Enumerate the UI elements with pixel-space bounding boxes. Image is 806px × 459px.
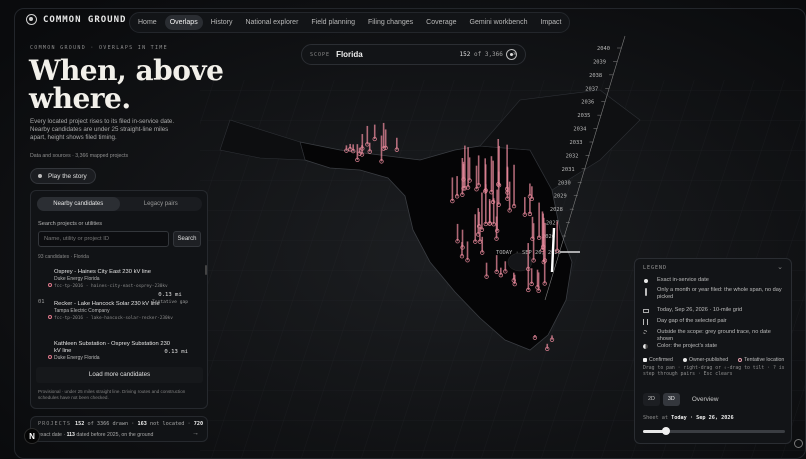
pair-number: 01: [38, 299, 45, 305]
point-icon: [644, 279, 648, 283]
legend-collapse-icon[interactable]: ⌄: [777, 263, 783, 271]
ground-trace-icon: [643, 330, 647, 334]
nav-tab-national-explorer[interactable]: National explorer: [240, 15, 303, 30]
year-tick-label: 2031: [562, 167, 575, 173]
year-tick-label: 2035: [577, 113, 590, 119]
panel-footnote: Provisional · under 25 miles straight li…: [38, 389, 186, 400]
main-nav: Home Overlaps History National explorer …: [129, 12, 571, 33]
sheet-date: Sheet at Today · Sep 26, 2026: [643, 415, 734, 421]
year-tick-label: 2028: [550, 207, 563, 213]
scope-bar[interactable]: SCOPE Florida 152 of 3,366 ×: [301, 44, 526, 65]
time-slider-handle[interactable]: [661, 427, 670, 435]
overview-button[interactable]: Overview: [687, 393, 724, 406]
search-label: Search projects or utilities: [38, 221, 103, 227]
year-tick-label: 2038: [589, 73, 602, 79]
pair-distance: 0.13 mi: [164, 349, 188, 355]
year-tick-label: 2039: [593, 59, 606, 65]
project-a[interactable]: Kathleen Substation - Osprey Substation …: [48, 341, 174, 362]
legend-panel: LEGEND ⌄ Exact in-service date Only a mo…: [634, 258, 792, 444]
projects-summary[interactable]: PROJECTS 152 of 3366 drawn · 163 not loca…: [30, 416, 208, 442]
settings-icon[interactable]: [794, 439, 803, 448]
year-tick-label: 2032: [566, 153, 579, 159]
span-bar-icon: [645, 288, 647, 296]
legend-header: LEGEND: [643, 265, 668, 271]
load-more-button[interactable]: Load more candidates: [36, 367, 203, 383]
locate-icon[interactable]: [506, 49, 517, 60]
keyboard-hints: Drag to pan · right-drag or ⇧-drag to ti…: [643, 366, 785, 377]
year-tick-label: 2040: [597, 46, 610, 52]
state-dot-icon: [48, 355, 52, 359]
list-item[interactable]: Kathleen Substation - Osprey Substation …: [36, 341, 202, 364]
state-key: Confirmed Owner-published Tentative loca…: [643, 357, 784, 363]
year-tick-label: 2030: [558, 180, 571, 186]
tab-nearby-candidates[interactable]: Nearby candidates: [37, 197, 120, 211]
nav-tab-history[interactable]: History: [206, 15, 238, 30]
color-state-icon: [643, 344, 648, 349]
search-input[interactable]: Name, utility or project ID: [38, 231, 169, 247]
data-sources-link[interactable]: Data and sources · 3,366 mapped projects: [30, 153, 128, 159]
nav-tab-home[interactable]: Home: [133, 15, 162, 30]
grid-icon: [643, 309, 649, 313]
year-tick-label: 2029: [554, 194, 567, 200]
state-dot-icon: [48, 315, 52, 319]
list-scrollbar[interactable]: [205, 265, 207, 275]
nav-tab-impact[interactable]: Impact: [535, 15, 566, 30]
hero-kicker: COMMON GROUND · OVERLAPS IN TIME: [30, 45, 168, 51]
tab-legacy-pairs[interactable]: Legacy pairs: [120, 197, 203, 211]
brand-name: COMMON GROUND: [43, 14, 127, 25]
state-tentative: Tentative location: [738, 357, 784, 363]
logo-icon: [26, 14, 37, 25]
mode-3d-button[interactable]: 3D: [662, 393, 680, 406]
year-tick-label: 2036: [581, 100, 594, 106]
state-confirmed: Confirmed: [643, 357, 673, 363]
candidates-panel: Nearby candidates Legacy pairs Search pr…: [30, 190, 208, 409]
scope-value[interactable]: Florida: [336, 50, 363, 59]
state-owner-published: Owner-published: [682, 357, 728, 363]
view-mode-toggle: 2D 3D Overview: [643, 393, 723, 406]
nav-tab-overlaps[interactable]: Overlaps: [164, 15, 203, 30]
state-dot-icon: [48, 283, 52, 287]
scope-label: SCOPE: [310, 51, 331, 58]
year-tick-label: 2037: [585, 86, 598, 92]
nav-tab-field-planning[interactable]: Field planning: [306, 15, 360, 30]
year-tick-label: 2034: [573, 127, 586, 133]
scope-count: 152 of 3,366: [459, 51, 503, 58]
play-icon: [38, 174, 42, 178]
day-gap-icon: [643, 319, 648, 325]
nav-tab-filing-changes[interactable]: Filing changes: [363, 15, 418, 30]
list-item[interactable]: 01 Osprey - Haines City East 230 kV line…: [36, 267, 202, 347]
legend-row: Only a month or year filed: the whole sp…: [643, 287, 788, 302]
project-a[interactable]: Osprey - Haines City East 230 kV line Du…: [48, 269, 168, 290]
brand[interactable]: COMMON GROUND: [26, 14, 126, 25]
page-title: When, above where.: [29, 54, 224, 115]
mode-2d-button[interactable]: 2D: [643, 393, 660, 406]
year-tick-label: 2033: [570, 140, 583, 146]
play-story-button[interactable]: Play the story: [30, 168, 96, 184]
intro-description: Every located project rises to its filed…: [30, 118, 175, 141]
candidates-list: 01 Osprey - Haines City East 230 kV line…: [36, 267, 202, 364]
search-button[interactable]: Search: [173, 231, 201, 247]
arrow-right-icon[interactable]: →: [192, 430, 199, 437]
n-logo-icon[interactable]: N: [24, 428, 40, 444]
candidates-count: 93 candidates · Florida: [38, 254, 89, 260]
panel-segmented-control: Nearby candidates Legacy pairs: [37, 197, 202, 211]
nav-tab-gemini-workbench[interactable]: Gemini workbench: [465, 15, 533, 30]
pair-distance: 0.13 mi Tentative gap: [152, 292, 188, 305]
nav-tab-coverage[interactable]: Coverage: [421, 15, 461, 30]
time-slider[interactable]: [643, 427, 785, 435]
